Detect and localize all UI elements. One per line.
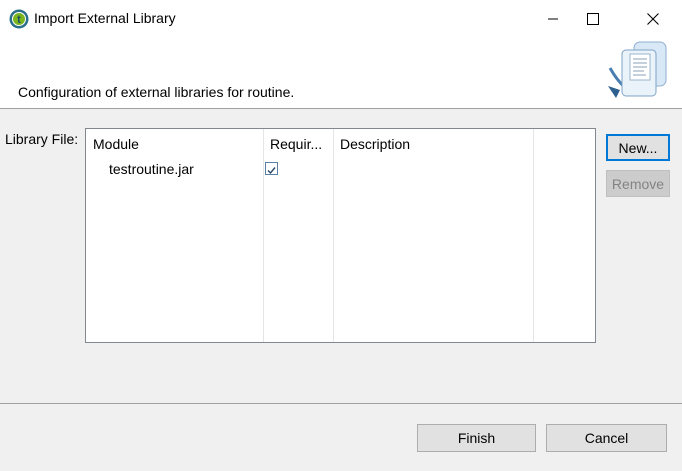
close-icon <box>647 13 659 25</box>
column-header-description[interactable]: Description <box>340 136 410 152</box>
finish-button[interactable]: Finish <box>417 424 536 452</box>
maximize-button[interactable] <box>570 0 616 38</box>
title-bar: t Import External Library <box>0 0 682 38</box>
column-divider[interactable] <box>533 129 534 342</box>
required-checkbox[interactable] <box>265 162 278 175</box>
banner-description: Configuration of external libraries for … <box>18 84 295 100</box>
library-file-label: Library File: <box>5 131 79 147</box>
footer-divider <box>0 403 682 404</box>
maximize-icon <box>587 13 599 25</box>
talend-app-icon: t <box>9 9 29 29</box>
checkmark-icon <box>267 167 276 175</box>
column-header-required[interactable]: Requir... <box>270 136 322 152</box>
library-document-icon <box>606 38 670 106</box>
table-row-module[interactable]: testroutine.jar <box>109 161 194 177</box>
remove-button[interactable]: Remove <box>606 170 670 197</box>
svg-text:t: t <box>17 14 21 26</box>
column-divider[interactable] <box>333 129 334 342</box>
new-button[interactable]: New... <box>606 134 670 161</box>
library-table[interactable]: Module Requir... Description testroutine… <box>85 128 596 343</box>
column-divider[interactable] <box>263 129 264 342</box>
close-button[interactable] <box>630 0 676 38</box>
column-header-module[interactable]: Module <box>93 136 139 152</box>
minimize-icon <box>548 18 558 20</box>
window-title: Import External Library <box>34 10 176 26</box>
banner-divider <box>0 108 682 109</box>
dialog-banner: Configuration of external libraries for … <box>0 38 682 108</box>
cancel-button[interactable]: Cancel <box>546 424 667 452</box>
